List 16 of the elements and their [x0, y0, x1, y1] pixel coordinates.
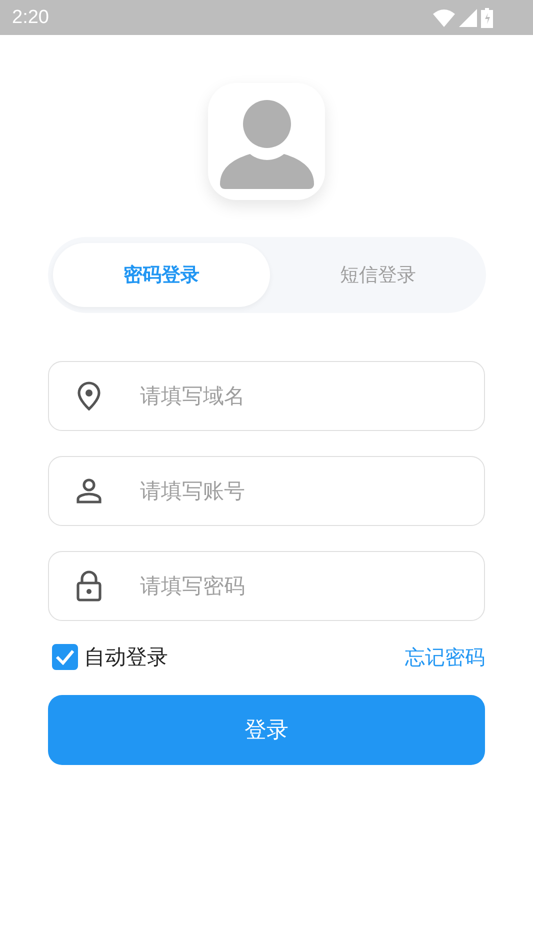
- user-icon: [76, 478, 102, 504]
- battery-icon: [481, 8, 493, 28]
- login-tab[interactable]: 短信登录: [270, 243, 486, 307]
- status-time: 2:20: [12, 6, 49, 28]
- input-field[interactable]: 请填写账号: [48, 456, 485, 526]
- lock-icon: [76, 570, 102, 602]
- input-field[interactable]: 请填写密码: [48, 551, 485, 621]
- location-pin-icon: [76, 381, 102, 411]
- input-field[interactable]: 请填写域名: [48, 361, 485, 431]
- forgot-password-link[interactable]: 忘记密码: [405, 644, 485, 670]
- login-tab[interactable]: 密码登录: [53, 243, 270, 307]
- checkbox-label: 自动登录: [84, 644, 168, 671]
- signal-icon: [459, 8, 477, 26]
- login-button[interactable]: 登录: [48, 695, 485, 765]
- checkbox[interactable]: [52, 644, 78, 670]
- wifi-icon: [433, 8, 455, 26]
